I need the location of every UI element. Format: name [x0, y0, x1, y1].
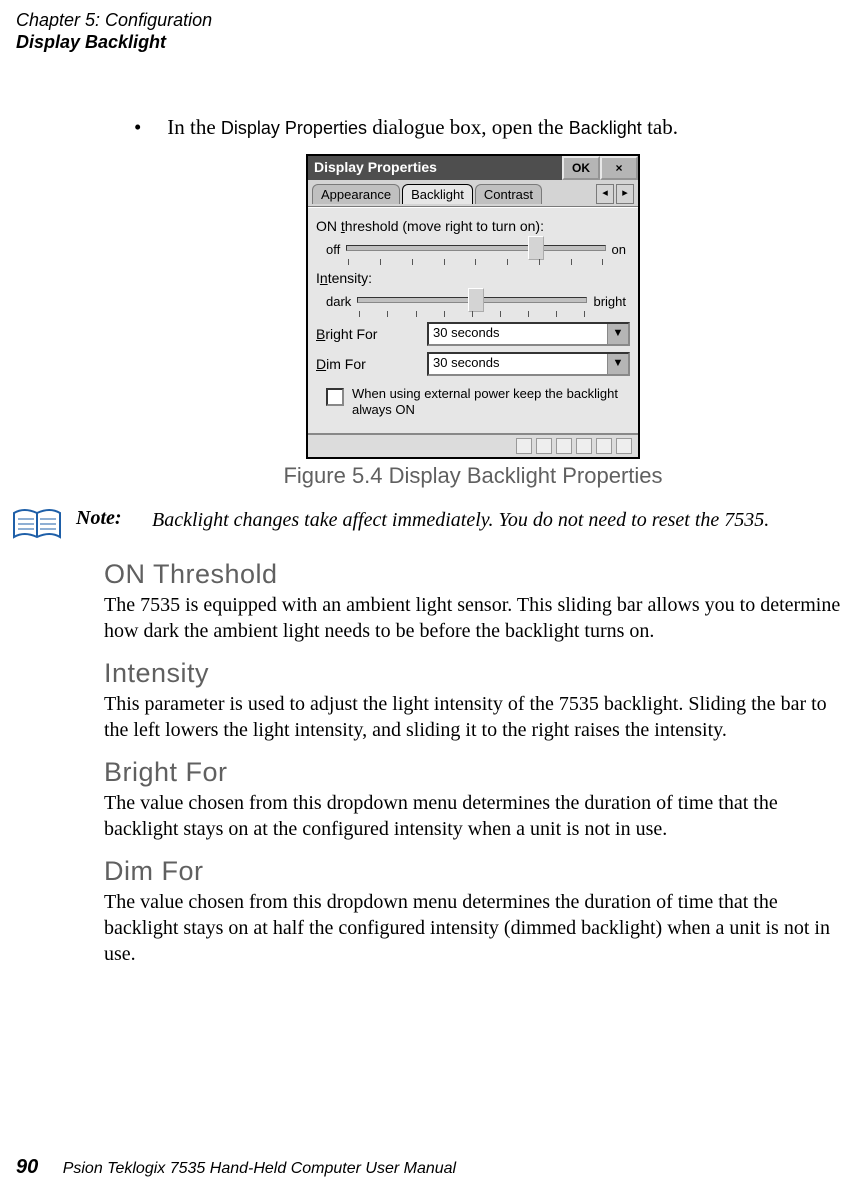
tab-strip: Appearance Backlight Contrast ◂ ▸	[308, 180, 638, 207]
system-tray	[308, 433, 638, 457]
bullet-ss-2: Backlight	[569, 118, 642, 138]
tab-backlight[interactable]: Backlight	[402, 184, 473, 204]
display-properties-window: Display Properties OK × Appearance Backl…	[306, 154, 640, 459]
tray-icon[interactable]	[536, 438, 552, 454]
on-threshold-body: The 7535 is equipped with an ambient lig…	[104, 592, 842, 644]
bright-for-dropdown[interactable]: 30 seconds ▼	[427, 322, 630, 346]
titlebar: Display Properties OK ×	[308, 156, 638, 180]
off-label: off	[326, 242, 340, 257]
tray-icon[interactable]	[556, 438, 572, 454]
tray-icon[interactable]	[616, 438, 632, 454]
bright-for-value: 30 seconds	[429, 324, 607, 344]
external-power-checkbox[interactable]	[326, 388, 344, 406]
on-threshold-slider[interactable]	[346, 236, 605, 262]
dark-label: dark	[326, 294, 351, 309]
tab-appearance[interactable]: Appearance	[312, 184, 400, 204]
dim-for-body: The value chosen from this dropdown menu…	[104, 889, 842, 967]
window-title: Display Properties	[308, 156, 562, 180]
bright-for-heading: Bright For	[104, 757, 842, 788]
bright-for-label: Bright For	[316, 326, 421, 342]
dim-for-value: 30 seconds	[429, 354, 607, 374]
bullet-text-post: tab.	[642, 115, 678, 139]
dropdown-arrow-icon: ▼	[607, 324, 628, 344]
dim-for-dropdown[interactable]: 30 seconds ▼	[427, 352, 630, 376]
note-label: Note:	[76, 507, 138, 530]
tray-icon[interactable]	[516, 438, 532, 454]
footer: 90 Psion Teklogix 7535 Hand-Held Compute…	[16, 1156, 456, 1179]
dim-for-label: Dim For	[316, 356, 421, 372]
bullet-text-pre: In the	[167, 115, 221, 139]
tab-scroll-left[interactable]: ◂	[596, 184, 614, 204]
figure-caption: Figure 5.4 Display Backlight Properties	[104, 463, 842, 489]
tab-scroll-right[interactable]: ▸	[616, 184, 634, 204]
bullet-text-mid: dialogue box, open the	[367, 115, 569, 139]
note-body: Backlight changes take affect immediatel…	[152, 507, 769, 534]
on-threshold-heading: ON Threshold	[104, 559, 842, 590]
backlight-panel: ON threshold (move right to turn on): of…	[308, 207, 638, 433]
bright-label: bright	[593, 294, 626, 309]
dropdown-arrow-icon: ▼	[607, 354, 628, 374]
close-button[interactable]: ×	[600, 156, 638, 180]
running-header: Chapter 5: Configuration Display Backlig…	[16, 10, 212, 53]
book-title: Psion Teklogix 7535 Hand-Held Computer U…	[63, 1160, 456, 1177]
tray-icon[interactable]	[576, 438, 592, 454]
header-chapter: Chapter 5: Configuration	[16, 10, 212, 32]
header-section: Display Backlight	[16, 32, 212, 54]
intensity-slider[interactable]	[357, 288, 587, 314]
tab-contrast[interactable]: Contrast	[475, 184, 542, 204]
intensity-heading: Intensity	[104, 658, 842, 689]
intensity-body: This parameter is used to adjust the lig…	[104, 691, 842, 743]
intensity-label: Intensity:	[316, 270, 630, 286]
ok-button[interactable]: OK	[562, 156, 600, 180]
external-power-label: When using external power keep the backl…	[352, 386, 628, 417]
tray-icon[interactable]	[596, 438, 612, 454]
bullet-ss-1: Display Properties	[221, 118, 367, 138]
on-threshold-label: ON threshold (move right to turn on):	[316, 218, 630, 234]
page-number: 90	[16, 1156, 38, 1178]
instruction-bullet: • In the Display Properties dialogue box…	[134, 115, 842, 140]
bright-for-body: The value chosen from this dropdown menu…	[104, 790, 842, 842]
dim-for-heading: Dim For	[104, 856, 842, 887]
on-label: on	[612, 242, 626, 257]
book-icon	[12, 507, 62, 543]
note-block: Note: Backlight changes take affect imme…	[12, 507, 842, 543]
